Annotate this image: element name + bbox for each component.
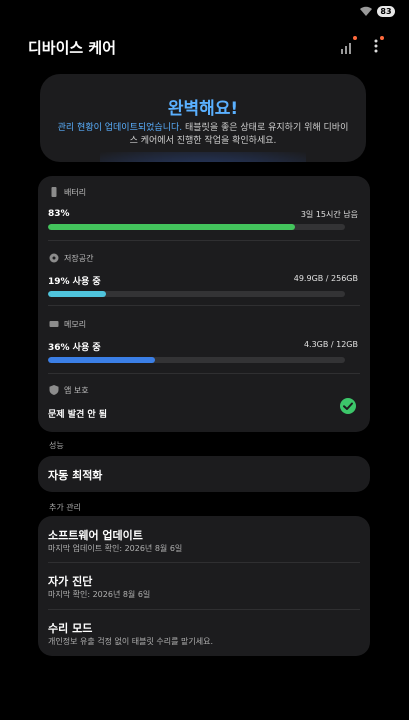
summary-highlight: 관리 현황이 업데이트되었습니다. <box>57 123 183 133</box>
notification-dot <box>353 36 357 40</box>
auto-optimize-label: 자동 최적화 <box>48 469 103 482</box>
storage-amount: 49.9GB / 256GB <box>293 274 358 283</box>
performance-section-title: 성능 <box>49 441 64 450</box>
storage-bar-fill <box>48 291 106 297</box>
status-summary-card: 완벽해요! 관리 현황이 업데이트되었습니다. 태블릿을 좋은 상태로 유지하기… <box>40 74 366 162</box>
battery-icon <box>51 187 57 197</box>
app-protection-row[interactable]: 앱 보호 문제 발견 안 됨 <box>38 374 370 432</box>
self-diagnosis-subtitle: 마지막 확인: 2026년 8월 6일 <box>48 590 151 599</box>
battery-label: 배터리 <box>64 188 87 197</box>
repair-mode-title: 수리 모드 <box>48 622 93 635</box>
memory-icon <box>49 321 59 327</box>
memory-label: 메모리 <box>64 320 87 329</box>
repair-mode-item[interactable]: 수리 모드 개인정보 유출 걱정 없이 태블릿 수리를 맡기세요. <box>38 610 370 656</box>
software-update-subtitle: 마지막 업데이트 확인: 2026년 8월 6일 <box>48 544 183 553</box>
battery-bar-fill <box>48 224 295 230</box>
memory-value: 36% 사용 중 <box>48 343 101 353</box>
repair-mode-subtitle: 개인정보 유출 걱정 없이 태블릿 수리를 맡기세요. <box>48 637 213 646</box>
app-protection-label: 앱 보호 <box>64 386 89 395</box>
status-bar: 83 <box>0 0 409 24</box>
wifi-icon <box>360 6 372 16</box>
battery-time-remaining: 3일 15시간 남음 <box>300 210 358 219</box>
summary-title: 완벽해요! <box>167 99 239 119</box>
battery-indicator: 83 <box>377 6 395 17</box>
self-diagnosis-title: 자가 진단 <box>48 575 93 588</box>
battery-value: 83% <box>48 209 70 219</box>
storage-label: 저장공간 <box>64 254 94 263</box>
storage-row[interactable]: 저장공간 19% 사용 중 49.9GB / 256GB <box>38 241 370 305</box>
battery-bar <box>48 224 345 230</box>
memory-amount: 4.3GB / 12GB <box>303 340 358 349</box>
device-status-card: 배터리 83% 3일 15시간 남음 저장공간 19% 사용 중 49.9GB … <box>38 176 370 432</box>
more-management-card: 소프트웨어 업데이트 마지막 업데이트 확인: 2026년 8월 6일 자가 진… <box>38 516 370 656</box>
storage-icon <box>49 253 59 263</box>
memory-bar-fill <box>48 357 155 363</box>
notification-dot <box>380 36 384 40</box>
shield-icon <box>49 385 59 395</box>
memory-bar <box>48 357 345 363</box>
page-title: 디바이스 케어 <box>28 39 117 57</box>
self-diagnosis-item[interactable]: 자가 진단 마지막 확인: 2026년 8월 6일 <box>38 563 370 609</box>
check-icon <box>340 398 356 414</box>
software-update-title: 소프트웨어 업데이트 <box>48 529 143 542</box>
battery-row[interactable]: 배터리 83% 3일 15시간 남음 <box>38 176 370 240</box>
auto-optimize-card[interactable]: 자동 최적화 <box>38 456 370 492</box>
software-update-item[interactable]: 소프트웨어 업데이트 마지막 업데이트 확인: 2026년 8월 6일 <box>38 516 370 562</box>
storage-value: 19% 사용 중 <box>48 277 101 287</box>
more-management-section-title: 추가 관리 <box>49 503 81 512</box>
memory-row[interactable]: 메모리 36% 사용 중 4.3GB / 12GB <box>38 306 370 370</box>
summary-description: 관리 현황이 업데이트되었습니다. 태블릿을 좋은 상태로 유지하기 위해 디바… <box>56 122 350 148</box>
storage-bar <box>48 291 345 297</box>
app-header: 디바이스 케어 <box>0 30 409 66</box>
app-protection-status: 문제 발견 안 됨 <box>48 410 108 420</box>
